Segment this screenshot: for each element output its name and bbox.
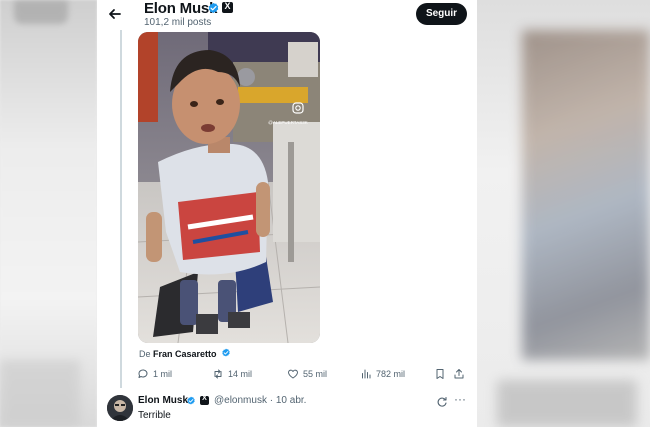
verified-badge-icon bbox=[187, 396, 195, 405]
background-right-blur bbox=[477, 0, 650, 427]
repost-button[interactable]: 14 mil bbox=[212, 366, 252, 382]
posts-count: 101,2 mil posts bbox=[144, 17, 212, 28]
more-options-button[interactable]: ··· bbox=[454, 392, 466, 406]
repost-icon bbox=[214, 369, 222, 379]
verified-badge-icon bbox=[208, 2, 219, 14]
follow-button[interactable]: Seguir bbox=[416, 3, 467, 25]
post-panel: Elon Musk X 101,2 mil posts Seguir @ALEP… bbox=[97, 0, 477, 427]
background-blur-shape bbox=[0, 360, 80, 427]
meta-separator: · bbox=[269, 395, 274, 406]
x-logo-icon: X bbox=[222, 1, 233, 13]
video-watermark: @ALEPUERTAS3K bbox=[268, 120, 307, 125]
verified-badge-icon bbox=[222, 348, 230, 357]
background-left-blur bbox=[0, 0, 97, 427]
heart-icon bbox=[288, 369, 298, 379]
arrow-left-icon bbox=[109, 9, 121, 19]
profile-header: Elon Musk X 101,2 mil posts Seguir bbox=[97, 0, 477, 30]
reply-text: Terrible bbox=[138, 410, 171, 421]
grok-button[interactable] bbox=[436, 395, 448, 407]
view-count: 782 mil bbox=[376, 369, 406, 379]
avatar[interactable] bbox=[107, 395, 133, 421]
like-count: 55 mil bbox=[303, 369, 328, 379]
quote-prefix: De bbox=[139, 349, 151, 359]
background-photo-blur bbox=[522, 30, 650, 360]
thread-line bbox=[120, 30, 122, 388]
video-thumbnail[interactable]: @ALEPUERTAS3K bbox=[138, 32, 320, 343]
post-actions-bar: 1 mil 14 mil 55 mil 782 mil bbox=[137, 366, 467, 382]
background-blur-shape bbox=[14, 0, 68, 24]
reply-meta: @elonmusk · 10 abr. bbox=[214, 395, 306, 406]
bookmark-button[interactable] bbox=[434, 366, 450, 382]
like-button[interactable]: 55 mil bbox=[287, 366, 327, 382]
views-button[interactable]: 782 mil bbox=[360, 366, 405, 382]
background-blur-shape bbox=[497, 380, 637, 427]
share-icon bbox=[454, 369, 464, 379]
reply-author-name[interactable]: Elon Musk bbox=[138, 395, 188, 406]
comment-icon bbox=[138, 369, 148, 378]
quote-attribution: De Fran Casaretto bbox=[139, 348, 231, 359]
quote-author-name[interactable]: Fran Casaretto bbox=[153, 349, 217, 359]
grok-icon bbox=[437, 396, 447, 407]
reply-button[interactable]: 1 mil bbox=[137, 366, 172, 382]
back-button[interactable] bbox=[105, 4, 125, 24]
x-logo-icon: X bbox=[200, 395, 209, 405]
repost-count: 14 mil bbox=[228, 369, 253, 379]
bookmark-icon bbox=[436, 369, 444, 379]
avatar-image bbox=[107, 395, 133, 421]
reply-count: 1 mil bbox=[153, 369, 173, 379]
bar-chart-icon bbox=[362, 369, 371, 379]
reply-handle[interactable]: @elonmusk bbox=[214, 395, 267, 406]
reply-date[interactable]: 10 abr. bbox=[276, 395, 307, 406]
share-button[interactable] bbox=[453, 366, 469, 382]
reply-post: Elon Musk X @elonmusk · 10 abr. Terrible… bbox=[97, 390, 477, 427]
video-frame-image: @ALEPUERTAS3K bbox=[138, 32, 320, 343]
